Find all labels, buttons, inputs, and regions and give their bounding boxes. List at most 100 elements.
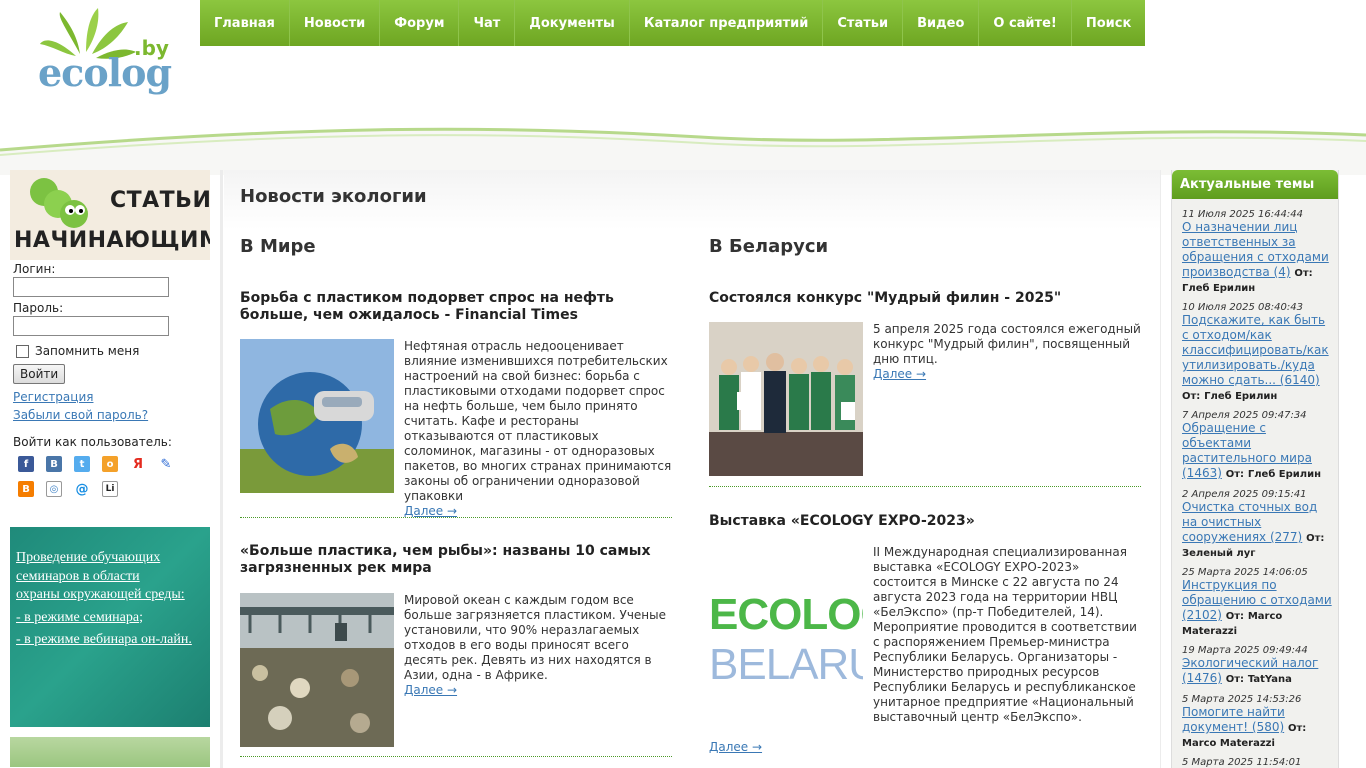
left-sidebar: СТАТЬИ НАЧИНАЮЩИМ Логин: Пароль: Запомни… [10, 170, 210, 767]
logo-name: ecolog [38, 50, 172, 95]
remember-checkbox[interactable] [16, 344, 29, 358]
topic-date: 25 Марта 2025 14:06:05 [1182, 567, 1308, 578]
topic-date: 7 Апреля 2025 09:47:34 [1182, 410, 1307, 421]
rambler-icon[interactable]: ◎ [46, 481, 62, 497]
topic-date: 5 Марта 2025 11:54:01 [1182, 757, 1302, 768]
news-more-link[interactable]: Далее → [709, 740, 1141, 755]
news-text: II Международная специализированная выст… [873, 545, 1137, 724]
nav-home[interactable]: Главная [200, 0, 290, 46]
banner-line2: НАЧИНАЮЩИМ [14, 228, 210, 253]
caterpillar-icon [30, 178, 88, 228]
news-separator [240, 756, 672, 757]
nav-about[interactable]: О сайте! [979, 0, 1072, 46]
hot-topic-item: 7 Апреля 2025 09:47:34 Обращение с объект… [1182, 410, 1332, 481]
nav-news[interactable]: Новости [290, 0, 381, 46]
news-title-link[interactable]: «Больше пластика, чем рыбы»: названы 10 … [240, 543, 672, 577]
nav-articles[interactable]: Статьи [823, 0, 904, 46]
news-image[interactable] [240, 339, 394, 493]
hot-topic-item: 10 Июля 2025 08:40:43 Подскажите, как быт… [1182, 302, 1332, 402]
seminar-line2: семинаров в области [16, 568, 140, 584]
news-title-link[interactable]: Выставка «ECOLOGY EXPO-2023» [709, 513, 1141, 530]
hot-topic-item: 2 Апреля 2025 09:15:41 Очистка сточных во… [1182, 489, 1332, 559]
topic-author: TatYana [1247, 674, 1292, 685]
vkontakte-icon[interactable]: B [46, 456, 62, 472]
login-button[interactable]: Войти [13, 364, 66, 384]
liveinternet-icon[interactable]: Li [102, 481, 118, 497]
topic-by-label: От: [1225, 674, 1245, 685]
world-column-title: В Мире [240, 236, 316, 257]
earth-image [240, 339, 394, 493]
page: .by ecolog Главная Новости Форум Чат Док… [0, 0, 1366, 768]
topic-author: Глеб Ерилин [1204, 391, 1278, 402]
news-image[interactable] [709, 322, 863, 476]
beginners-articles-banner[interactable]: СТАТЬИ НАЧИНАЮЩИМ [10, 170, 210, 260]
social-login-title: Войти как пользователь: [13, 435, 172, 449]
world-news-item: Борьба с пластиком подорвет спрос на неф… [240, 290, 672, 520]
polluted-river-image [240, 593, 394, 747]
news-title-link[interactable]: Борьба с пластиком подорвет спрос на неф… [240, 290, 672, 324]
login-form: Логин: Пароль: Запомнить меня Войти Реги… [10, 262, 210, 497]
hot-topics-list: 11 Июля 2025 16:44:44 О назначении лиц от… [1172, 209, 1338, 768]
topic-link[interactable]: Очистка сточных вод на очистных сооружен… [1182, 500, 1317, 544]
news-body: Мировой океан с каждым годом все больше … [404, 593, 672, 698]
belarus-column-title: В Беларуси [709, 236, 829, 257]
news-more-link[interactable]: Далее → [404, 683, 672, 698]
topic-date: 11 Июля 2025 16:44:44 [1182, 209, 1303, 220]
news-body: Нефтяная отрасль недооценивает влияние и… [404, 339, 672, 519]
news-text: 5 апреля 2025 года состоялся ежегодный к… [873, 322, 1141, 366]
topic-by-label: От: [1182, 391, 1201, 402]
nav-catalog[interactable]: Каталог предприятий [630, 0, 824, 46]
social-row-1: f B t o Я ✎ [18, 456, 210, 472]
yandex-icon[interactable]: Я [130, 456, 146, 472]
topic-author: Marco Materazzi [1182, 738, 1275, 749]
topic-date: 5 Марта 2025 14:53:26 [1182, 694, 1302, 705]
topic-link[interactable]: Подскажите, как быть с отходом/как класс… [1182, 313, 1329, 387]
right-sidebar: Актуальные темы 11 Июля 2025 16:44:44 О н… [1171, 170, 1339, 768]
nav-documents[interactable]: Документы [515, 0, 630, 46]
mailru-icon[interactable]: @ [74, 481, 90, 497]
belarus-news-item: Выставка «ECOLOGY EXPO-2023» ECOLOG BELA… [709, 513, 1141, 768]
seminar-banner-text: Проведение обучающих семинаров в области… [16, 549, 206, 650]
livejournal-icon[interactable]: ✎ [158, 456, 174, 472]
news-separator [709, 486, 1141, 487]
topic-author: Глеб Ерилин [1182, 283, 1256, 294]
banner-line1: СТАТЬИ [110, 188, 210, 213]
world-news-item: «Больше пластика, чем рыбы»: названы 10 … [240, 543, 672, 753]
news-body: 5 апреля 2025 года состоялся ежегодный к… [873, 322, 1141, 382]
topic-author: Зеленый луг [1182, 548, 1256, 559]
facebook-icon[interactable]: f [18, 456, 34, 472]
news-more-link[interactable]: Далее → [873, 367, 1141, 382]
password-label: Пароль: [13, 301, 64, 315]
second-banner[interactable] [10, 737, 210, 767]
topic-date: 10 Июля 2025 08:40:43 [1182, 302, 1303, 313]
seminar-line3: охраны окружающей среды: [16, 587, 185, 602]
topic-by-label: От: [1306, 533, 1325, 544]
news-separator [240, 517, 672, 518]
forgot-password-link[interactable]: Забыли свой пароль? [13, 408, 210, 422]
register-link[interactable]: Регистрация [13, 390, 210, 404]
site-logo[interactable]: .by ecolog [36, 8, 172, 98]
topic-by-label: От: [1225, 611, 1245, 622]
topic-by-label: От: [1225, 469, 1245, 480]
nav-chat[interactable]: Чат [459, 0, 516, 46]
seminar-line4: - в режиме семинара; [16, 609, 143, 625]
news-title-link[interactable]: Состоялся конкурс "Мудрый филин - 2025" [709, 290, 1141, 307]
password-input[interactable] [13, 316, 169, 336]
odnoklassniki-icon[interactable]: o [102, 456, 118, 472]
nav-search[interactable]: Поиск [1072, 0, 1145, 46]
seminar-line1: Проведение обучающих [16, 550, 161, 565]
topic-date: 2 Апреля 2025 09:15:41 [1182, 489, 1307, 500]
blogger-icon[interactable]: B [18, 481, 34, 497]
news-image[interactable] [240, 593, 394, 747]
twitter-icon[interactable]: t [74, 456, 90, 472]
remember-label: Запомнить меня [35, 344, 140, 358]
hot-topic-item: 5 Марта 2025 14:53:26 Помогите найти доку… [1182, 694, 1332, 749]
nav-video[interactable]: Видео [903, 0, 980, 46]
hot-topics-title: Актуальные темы [1172, 170, 1338, 199]
hot-topic-item: 11 Июля 2025 16:44:44 О назначении лиц от… [1182, 209, 1332, 294]
login-input[interactable] [13, 277, 169, 297]
nav-forum[interactable]: Форум [380, 0, 460, 46]
topic-link[interactable]: Помогите найти документ! (580) [1182, 705, 1285, 734]
topic-by-label: От: [1287, 723, 1307, 734]
seminar-banner[interactable]: Проведение обучающих семинаров в области… [10, 527, 210, 727]
